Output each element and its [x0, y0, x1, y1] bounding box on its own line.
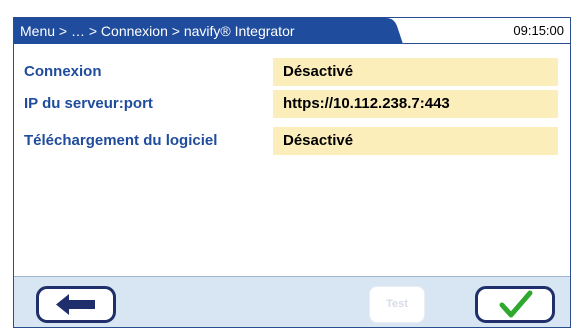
arrow-left-icon	[56, 294, 95, 315]
setting-label: IP du serveur:port	[24, 95, 153, 112]
setting-label: Téléchargement du logiciel	[24, 132, 218, 149]
setting-value[interactable]: Désactivé	[273, 127, 558, 155]
test-button[interactable]: Test	[369, 286, 425, 323]
setting-row-server-ip[interactable]: IP du serveur:port https://10.112.238.7:…	[14, 90, 570, 118]
screen: Menu > … > Connexion > navify® Integrato…	[13, 17, 571, 328]
setting-row-connexion[interactable]: Connexion Désactivé	[14, 58, 570, 86]
clock: 09:15:00	[513, 23, 564, 38]
header-bar: Menu > … > Connexion > navify® Integrato…	[14, 18, 570, 44]
setting-row-software-download[interactable]: Téléchargement du logiciel Désactivé	[14, 127, 570, 155]
back-button[interactable]	[36, 286, 116, 323]
breadcrumb: Menu > … > Connexion > navify® Integrato…	[20, 23, 295, 39]
footer-bar: Test	[14, 276, 570, 327]
setting-value[interactable]: https://10.112.238.7:443	[273, 90, 558, 118]
checkmark-icon	[499, 290, 533, 318]
setting-label: Connexion	[24, 63, 102, 80]
confirm-button[interactable]	[475, 286, 555, 323]
setting-value[interactable]: Désactivé	[273, 58, 558, 86]
